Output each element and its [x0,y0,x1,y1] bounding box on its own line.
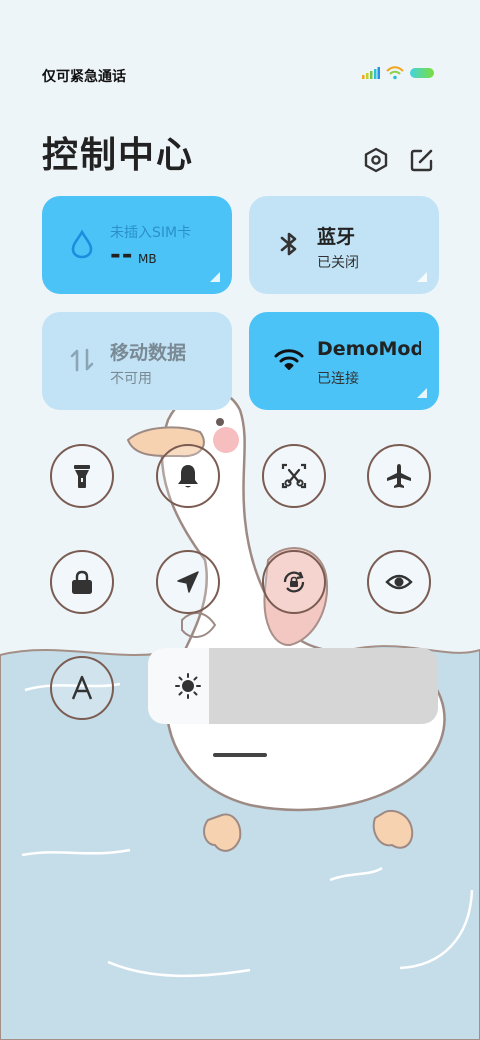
silent-mode-toggle[interactable] [156,444,220,508]
letter-a-icon [71,675,93,700]
rotation-lock-toggle[interactable] [262,550,326,614]
auto-brightness-toggle[interactable] [50,656,114,720]
edit-button[interactable] [406,144,438,176]
data-usage-tile[interactable]: 未插入SIM卡 -- MB [42,196,232,294]
sun-icon [175,673,201,699]
bluetooth-status: 已关闭 [317,255,359,271]
expand-corner-icon [417,388,427,398]
bluetooth-icon [280,232,297,256]
screenshot-toggle[interactable] [262,444,326,508]
home-indicator[interactable] [213,753,267,757]
carrier-status-text: 仅可紧急通话 [42,69,126,85]
lock-icon [72,570,92,594]
rotation-lock-icon [283,571,305,593]
airplane-icon [387,464,411,488]
status-icons [362,66,434,80]
location-arrow-icon [177,571,199,593]
data-usage-unit: MB [138,252,157,266]
expand-corner-icon [210,272,220,282]
wifi-network-name: DemoMod [317,338,421,360]
mobile-data-tile[interactable]: 移动数据 不可用 [42,312,232,410]
settings-icon [364,147,388,173]
sim-status-text: 未插入SIM卡 [110,225,192,241]
eye-icon [385,574,413,590]
location-toggle[interactable] [156,550,220,614]
mobile-data-status: 不可用 [110,371,152,387]
water-drop-icon [71,229,93,259]
expand-corner-icon [417,272,427,282]
status-bar: 仅可紧急通话 [0,62,480,90]
mobile-data-icon [70,348,94,372]
edit-icon [410,149,433,172]
bluetooth-label: 蓝牙 [317,226,356,248]
mobile-data-label: 移动数据 [110,342,187,364]
data-usage-value: -- [110,240,134,270]
signal-icon [362,67,380,79]
control-center-header: 控制中心 [0,120,480,180]
wifi-tile[interactable]: DemoMod 已连接 [249,312,439,410]
airplane-mode-toggle[interactable] [367,444,431,508]
screenshot-scissors-icon [281,463,307,489]
settings-button[interactable] [360,144,392,176]
bell-icon [178,465,198,488]
wifi-status: 已连接 [317,371,359,387]
page-title: 控制中心 [42,135,195,176]
flashlight-toggle[interactable] [50,444,114,508]
battery-icon [410,68,434,78]
brightness-slider[interactable] [148,648,438,724]
wifi-status-icon [386,66,404,80]
lock-screen-toggle[interactable] [50,550,114,614]
bluetooth-tile[interactable]: 蓝牙 已关闭 [249,196,439,294]
wifi-icon [274,349,304,370]
reading-mode-toggle[interactable] [367,550,431,614]
flashlight-icon [74,465,90,488]
